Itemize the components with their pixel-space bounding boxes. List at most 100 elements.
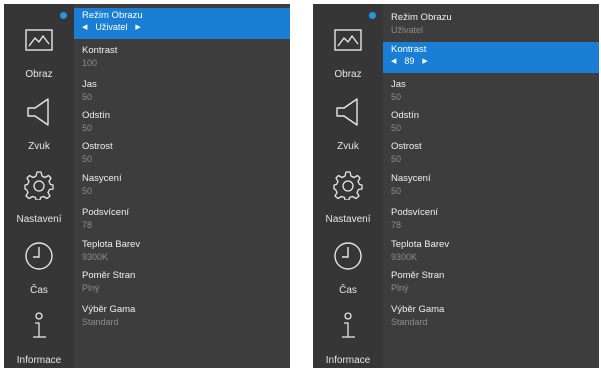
item-label: Teplota Barev: [82, 239, 141, 250]
category-sidebar: Obraz Zvuk Nastavení Čas Informace: [313, 4, 383, 368]
nav-label: Čas: [30, 285, 48, 296]
nav-label: Obraz: [334, 69, 362, 80]
item-label: Teplota Barev: [391, 239, 450, 250]
item-value: 50: [391, 92, 402, 102]
menu-item-podsviceni[interactable]: Podsvícení 78: [74, 205, 290, 236]
clock-icon: [334, 242, 362, 270]
nav-item-nastaveni[interactable]: Nastavení: [313, 170, 383, 240]
info-icon: [342, 312, 355, 338]
item-label: Režim Obrazu: [82, 10, 143, 21]
item-value: 50: [391, 123, 402, 133]
item-label: Ostrost: [82, 141, 113, 152]
item-value: Plný: [82, 283, 100, 293]
value-adjuster: ◀ Uživatel ▶: [82, 22, 141, 32]
menu-item-jas[interactable]: Jas 50: [74, 77, 290, 108]
menu-item-nasyceni[interactable]: Nasycení 50: [383, 171, 599, 202]
item-value: 50: [391, 186, 402, 196]
menu-item-jas[interactable]: Jas 50: [383, 77, 599, 108]
item-value: 50: [82, 92, 93, 102]
menu-item-nasyceni[interactable]: Nasycení 50: [74, 171, 290, 202]
settings-panel: Režim Obrazu Uživatel Kontrast ◀ 89 ▶ Jas …: [383, 4, 599, 368]
item-value: Uživatel: [95, 22, 128, 32]
menu-item-odstin[interactable]: Odstín 50: [74, 108, 290, 139]
item-value: Standard: [391, 317, 428, 327]
menu-item-odstin[interactable]: Odstín 50: [383, 108, 599, 139]
item-label: Odstín: [82, 110, 110, 121]
item-value: 50: [82, 154, 93, 164]
osd-menu-right: Obraz Zvuk Nastavení Čas Informace Režim…: [313, 4, 599, 368]
nav-label: Nastavení: [325, 214, 371, 225]
left-arrow-icon[interactable]: ◀: [391, 57, 396, 65]
clock-icon: [25, 242, 53, 270]
item-label: Podsvícení: [82, 207, 129, 218]
item-label: Režim Obrazu: [391, 12, 452, 23]
item-value: Plný: [391, 283, 409, 293]
nav-label: Obraz: [25, 69, 53, 80]
value-adjuster: ◀ 89 ▶: [391, 56, 428, 66]
item-value: 50: [82, 186, 93, 196]
menu-item-kontrast[interactable]: Kontrast 100: [74, 43, 290, 74]
right-arrow-icon[interactable]: ▶: [422, 57, 427, 65]
item-label: Nasycení: [82, 173, 122, 184]
item-label: Ostrost: [391, 141, 422, 152]
nav-label: Informace: [16, 355, 62, 366]
item-value: 50: [82, 123, 93, 133]
menu-item-rezim-obrazu[interactable]: Režim Obrazu Uživatel: [383, 10, 599, 41]
item-value: Standard: [82, 317, 119, 327]
item-label: Poměr Stran: [82, 270, 136, 281]
speaker-icon: [336, 98, 358, 126]
nav-item-informace[interactable]: Informace: [313, 311, 383, 381]
settings-panel: Režim Obrazu ◀ Uživatel ▶ Kontrast 100 Jas…: [74, 4, 290, 368]
left-arrow-icon[interactable]: ◀: [82, 23, 87, 31]
menu-item-kontrast[interactable]: Kontrast ◀ 89 ▶: [383, 42, 599, 73]
item-label: Nasycení: [391, 173, 431, 184]
nav-item-obraz[interactable]: Obraz: [4, 25, 74, 95]
right-arrow-icon[interactable]: ▶: [135, 23, 140, 31]
item-label: Kontrast: [391, 44, 427, 55]
menu-item-teplota-barev[interactable]: Teplota Barev 9300K: [74, 237, 290, 268]
speaker-icon: [27, 98, 49, 126]
item-label: Jas: [391, 79, 406, 90]
nav-item-cas[interactable]: Čas: [313, 241, 383, 311]
nav-item-zvuk[interactable]: Zvuk: [313, 97, 383, 167]
category-sidebar: Obraz Zvuk Nastavení Čas Informace: [4, 4, 74, 368]
nav-label: Zvuk: [28, 141, 50, 152]
osd-menu-left: Obraz Zvuk Nastavení Čas Informace Režim…: [4, 4, 290, 368]
menu-item-pomer-stran[interactable]: Poměr Stran Plný: [383, 268, 599, 299]
menu-item-ostrost[interactable]: Ostrost 50: [74, 139, 290, 170]
info-icon: [33, 312, 46, 338]
picture-icon: [25, 29, 53, 51]
nav-item-nastaveni[interactable]: Nastavení: [4, 170, 74, 240]
gear-icon: [24, 171, 54, 200]
item-value: 50: [391, 154, 402, 164]
gear-icon: [333, 171, 363, 200]
menu-item-podsviceni[interactable]: Podsvícení 78: [383, 205, 599, 236]
nav-label: Nastavení: [16, 214, 62, 225]
item-label: Výběr Gama: [391, 304, 445, 315]
item-value: 89: [404, 56, 415, 66]
item-label: Kontrast: [82, 45, 118, 56]
nav-label: Zvuk: [337, 141, 359, 152]
menu-item-ostrost[interactable]: Ostrost 50: [383, 139, 599, 170]
nav-label: Informace: [325, 355, 371, 366]
menu-item-teplota-barev[interactable]: Teplota Barev 9300K: [383, 237, 599, 268]
item-value: 9300K: [82, 252, 109, 262]
item-value: 9300K: [391, 252, 418, 262]
nav-item-zvuk[interactable]: Zvuk: [4, 97, 74, 167]
item-label: Podsvícení: [391, 207, 438, 218]
menu-item-rezim-obrazu[interactable]: Režim Obrazu ◀ Uživatel ▶: [74, 8, 290, 39]
nav-item-informace[interactable]: Informace: [4, 311, 74, 381]
active-indicator-dot: [60, 12, 67, 19]
item-label: Odstín: [391, 110, 419, 121]
nav-label: Čas: [339, 285, 357, 296]
item-value: Uživatel: [391, 25, 424, 35]
item-value: 100: [82, 58, 98, 68]
nav-item-obraz[interactable]: Obraz: [313, 25, 383, 95]
menu-item-vyber-gama[interactable]: Výběr Gama Standard: [74, 302, 290, 333]
active-indicator-dot: [369, 12, 376, 19]
menu-item-pomer-stran[interactable]: Poměr Stran Plný: [74, 268, 290, 299]
item-value: 78: [391, 220, 402, 230]
item-label: Jas: [82, 79, 97, 90]
nav-item-cas[interactable]: Čas: [4, 241, 74, 311]
menu-item-vyber-gama[interactable]: Výběr Gama Standard: [383, 302, 599, 333]
